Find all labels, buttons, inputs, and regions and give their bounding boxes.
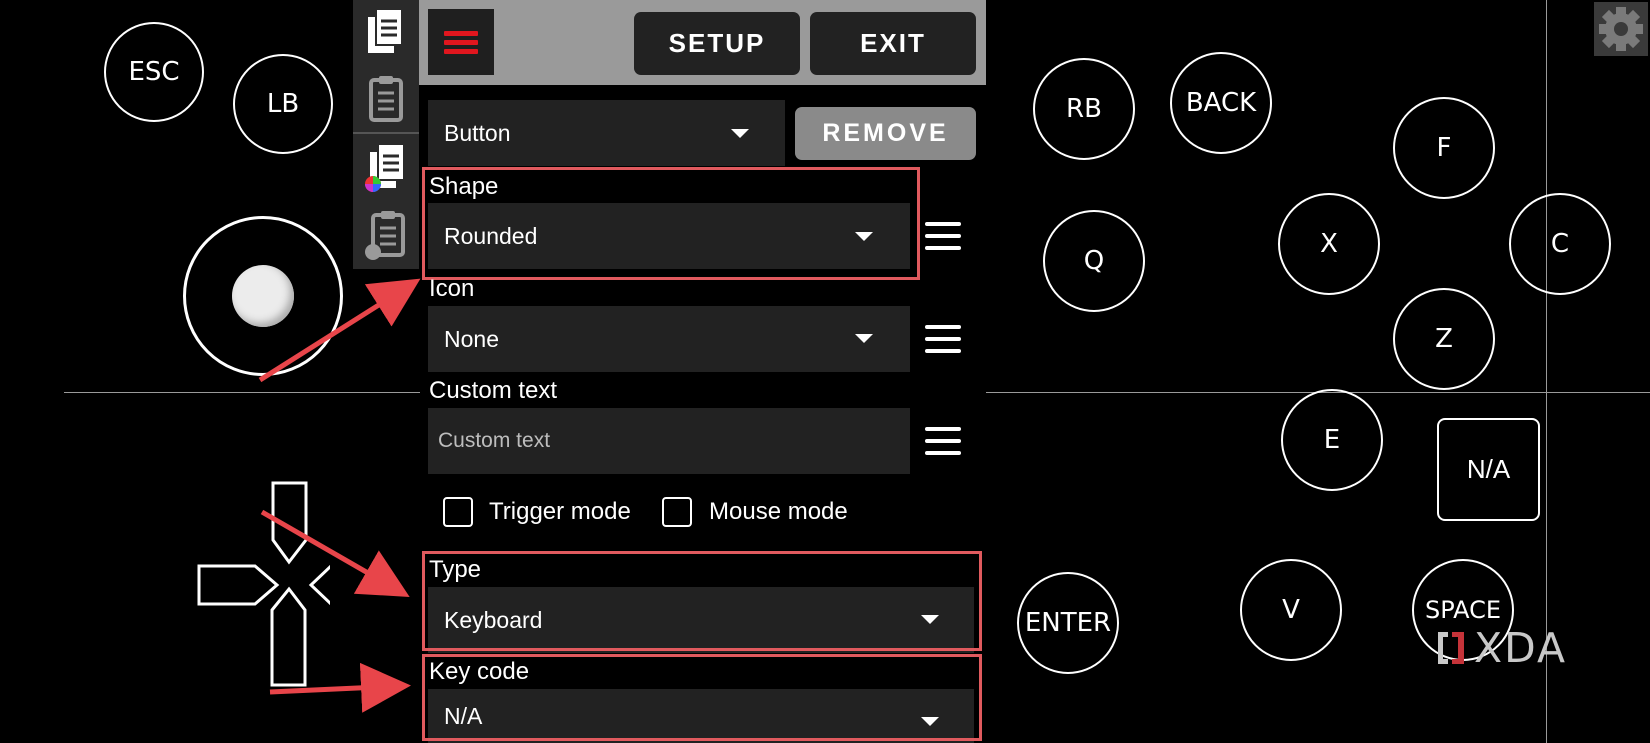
e-button[interactable]: E — [1281, 389, 1383, 491]
rb-button[interactable]: RB — [1033, 58, 1135, 160]
f-button[interactable]: F — [1393, 97, 1495, 199]
q-button[interactable]: Q — [1043, 210, 1145, 312]
arrow-to-type — [260, 509, 410, 597]
c-button[interactable]: C — [1509, 193, 1611, 295]
enter-button[interactable]: ENTER — [1017, 572, 1119, 674]
arrow-to-shape — [258, 278, 421, 383]
arrow-to-key-code — [269, 662, 411, 713]
xda-logo-icon — [1438, 631, 1464, 664]
annotation-arrows — [258, 278, 421, 713]
x-button[interactable]: X — [1278, 193, 1380, 295]
back-button[interactable]: BACK — [1170, 52, 1272, 154]
settings-gear-icon[interactable] — [1594, 2, 1648, 56]
v-button[interactable]: V — [1240, 559, 1342, 661]
z-button[interactable]: Z — [1393, 288, 1495, 390]
xda-watermark-text: XDA — [1474, 623, 1567, 672]
na-button[interactable]: N/A — [1437, 418, 1540, 521]
xda-watermark: XDA — [1436, 623, 1591, 672]
